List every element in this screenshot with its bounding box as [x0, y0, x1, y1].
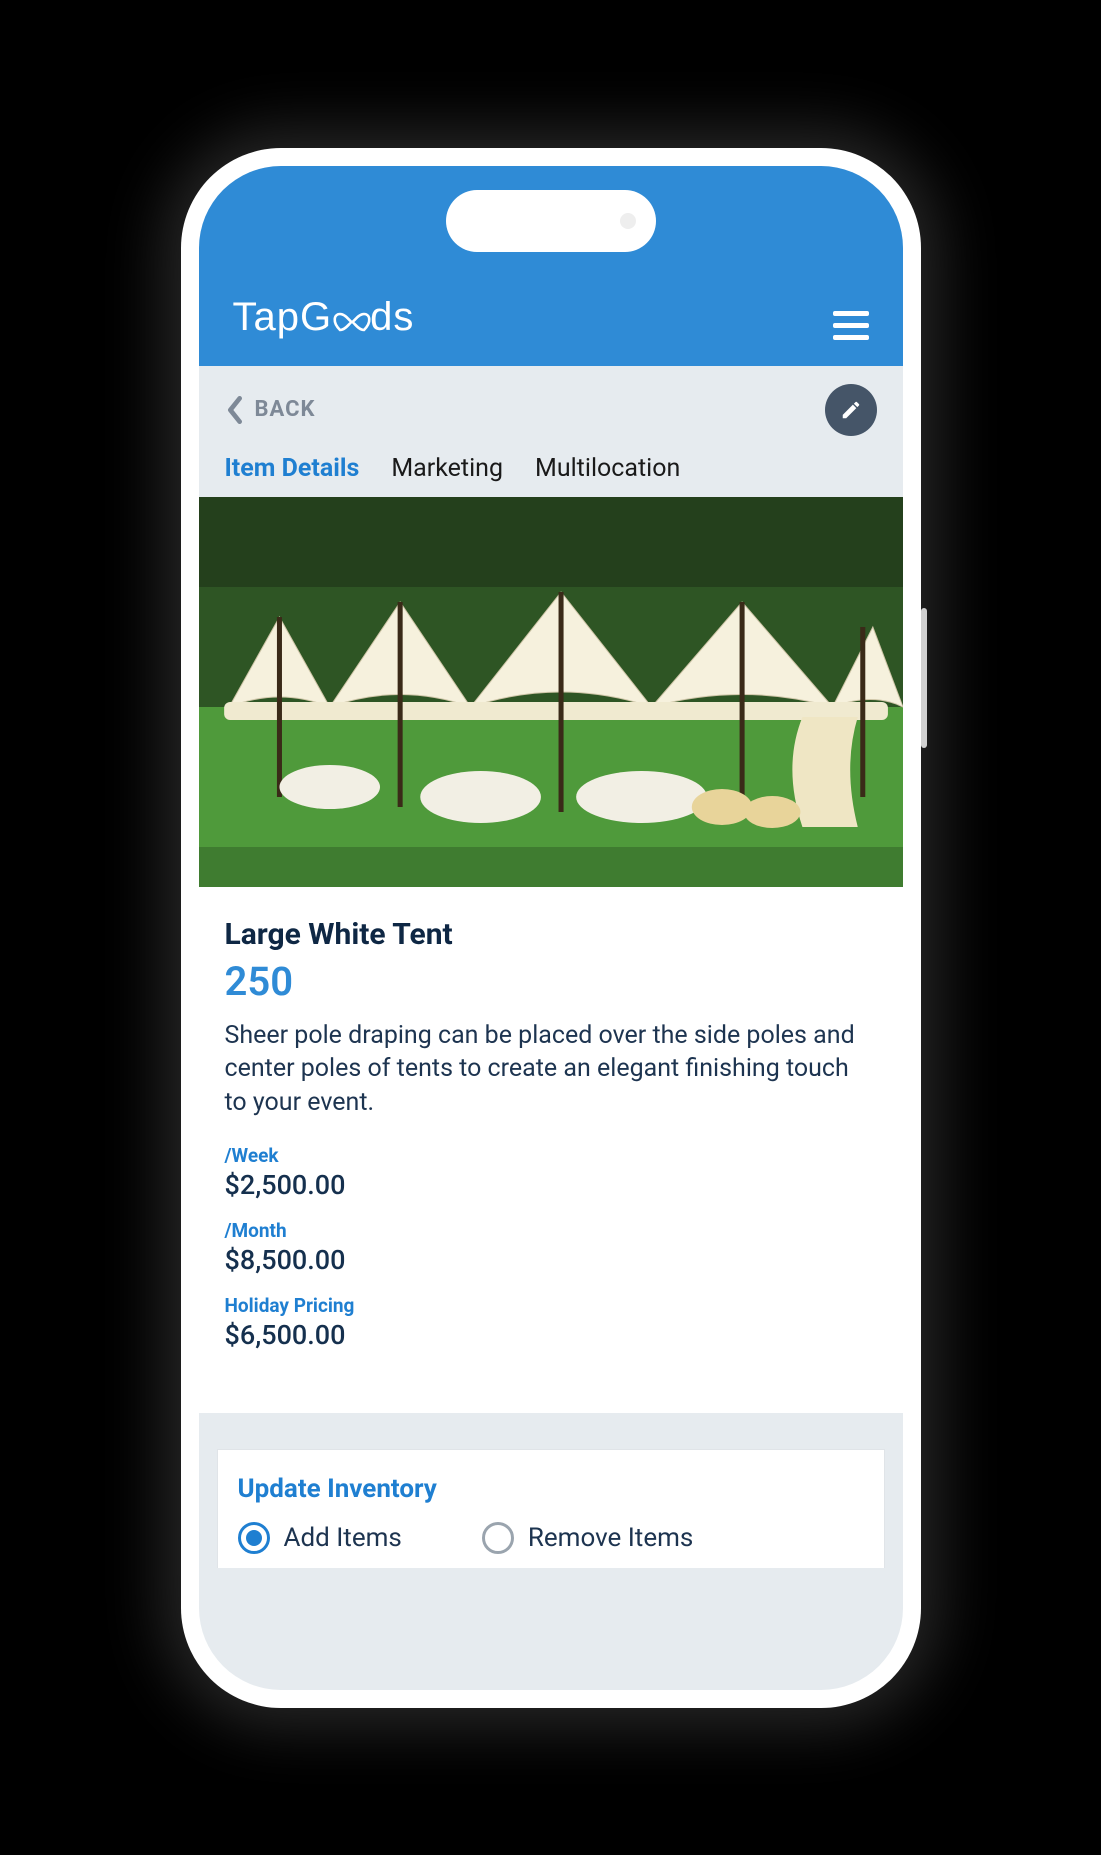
update-inventory-panel: Update Inventory Add Items Remove Items [217, 1449, 885, 1568]
back-row: BACK [225, 384, 877, 436]
tab-item-details[interactable]: Item Details [225, 454, 360, 483]
back-button[interactable]: BACK [225, 396, 316, 424]
back-label: BACK [255, 397, 316, 422]
radio-add-items[interactable]: Add Items [238, 1522, 402, 1554]
logo-text-part2: ds [370, 295, 414, 340]
logo-infinity-icon [330, 299, 372, 344]
price-value: $2,500.00 [225, 1169, 877, 1201]
edit-button[interactable] [825, 384, 877, 436]
inventory-radio-group: Add Items Remove Items [238, 1522, 864, 1554]
price-week: /Week $2,500.00 [225, 1144, 877, 1201]
radio-remove-items[interactable]: Remove Items [482, 1522, 694, 1554]
radio-label: Add Items [284, 1523, 402, 1553]
tabs: Item Details Marketing Multilocation [225, 454, 877, 497]
tab-multilocation[interactable]: Multilocation [535, 454, 680, 483]
pencil-icon [840, 399, 862, 421]
tab-marketing[interactable]: Marketing [391, 454, 503, 483]
price-holiday: Holiday Pricing $6,500.00 [225, 1294, 877, 1351]
radio-indicator-icon [482, 1522, 514, 1554]
price-value: $6,500.00 [225, 1319, 877, 1351]
screen: TapG ds BACK [199, 166, 903, 1690]
item-details-panel: Large White Tent 250 Sheer pole draping … [199, 887, 903, 1413]
price-label: Holiday Pricing [225, 1294, 877, 1317]
phone-notch [446, 190, 656, 252]
item-hero-image [199, 497, 903, 887]
item-title: Large White Tent [225, 917, 877, 952]
price-label: /Month [225, 1219, 877, 1242]
app-logo: TapG ds [233, 295, 415, 340]
section-gap [199, 1413, 903, 1449]
phone-mockup: TapG ds BACK [181, 148, 921, 1708]
chevron-left-icon [225, 396, 245, 424]
price-value: $8,500.00 [225, 1244, 877, 1276]
radio-indicator-icon [238, 1522, 270, 1554]
phone-frame: TapG ds BACK [181, 148, 921, 1708]
item-quantity: 250 [225, 958, 877, 1005]
subheader: BACK Item Details Marketing Multilocatio… [199, 366, 903, 497]
hamburger-menu-icon[interactable] [833, 311, 869, 340]
price-month: /Month $8,500.00 [225, 1219, 877, 1276]
radio-label: Remove Items [528, 1523, 694, 1553]
item-description: Sheer pole draping can be placed over th… [225, 1019, 877, 1120]
update-inventory-title: Update Inventory [238, 1474, 864, 1504]
logo-text-part1: TapG [233, 295, 333, 340]
price-label: /Week [225, 1144, 877, 1167]
